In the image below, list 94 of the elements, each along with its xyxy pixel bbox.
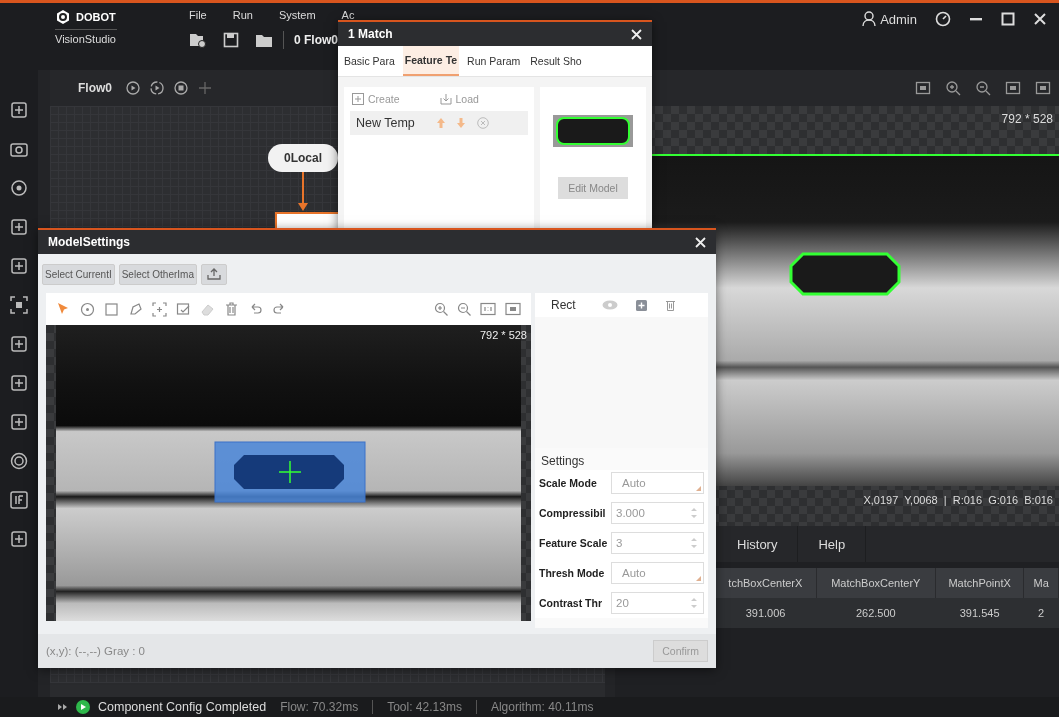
shape-type-label: Rect bbox=[551, 298, 576, 312]
checklist-icon[interactable] bbox=[176, 301, 191, 317]
roi-rectangle[interactable] bbox=[214, 441, 366, 503]
save-icon[interactable] bbox=[223, 32, 239, 48]
setting-label: Compressibil bbox=[539, 507, 607, 519]
zoom-out-icon[interactable] bbox=[975, 80, 991, 96]
tool-icon[interactable] bbox=[9, 373, 29, 393]
menu-item[interactable]: File bbox=[189, 9, 207, 21]
close-icon[interactable] bbox=[1033, 12, 1047, 26]
loop-icon[interactable] bbox=[150, 81, 164, 95]
fullscreen-icon[interactable] bbox=[1035, 80, 1051, 96]
fullscreen-icon[interactable] bbox=[505, 302, 521, 316]
add-icon[interactable] bbox=[635, 299, 647, 311]
column-header: tchBoxCenterX bbox=[715, 568, 817, 598]
menu-item[interactable]: System bbox=[278, 9, 316, 21]
menu-item[interactable]: Ac bbox=[341, 9, 355, 21]
zoom-out-icon[interactable] bbox=[457, 302, 471, 316]
upload-button[interactable] bbox=[200, 264, 227, 285]
cursor-info: (x,y): (--,--) Gray : 0 bbox=[46, 645, 145, 657]
select-image-button[interactable]: Select CurrentI bbox=[42, 264, 115, 285]
setting-label: Scale Mode bbox=[539, 477, 598, 489]
column-header: MatchBoxCenterY bbox=[816, 568, 936, 598]
maximize-icon[interactable] bbox=[1001, 12, 1015, 26]
user-name[interactable]: Admin bbox=[880, 11, 917, 27]
tab[interactable]: Feature Te bbox=[402, 46, 460, 76]
table-cell: 391.006 bbox=[715, 598, 817, 628]
tool-icon[interactable] bbox=[9, 217, 29, 237]
image-size-label: 792 * 528 bbox=[479, 329, 527, 341]
dashboard-icon[interactable] bbox=[935, 11, 951, 27]
timing-text: Algorithm: 40.11ms bbox=[489, 700, 595, 714]
actual-size-icon[interactable] bbox=[1005, 80, 1021, 96]
delete-icon[interactable] bbox=[224, 301, 239, 317]
logo-icon bbox=[55, 9, 71, 25]
circle-icon[interactable] bbox=[80, 301, 95, 317]
tool-icon[interactable] bbox=[9, 256, 29, 276]
tool-icon[interactable] bbox=[9, 529, 29, 549]
result-tab[interactable]: History bbox=[717, 526, 799, 562]
tool-icon[interactable] bbox=[9, 178, 29, 198]
setting-label: Contrast Thr bbox=[539, 597, 603, 609]
zoom-in-icon[interactable] bbox=[945, 80, 961, 96]
fit-icon[interactable] bbox=[915, 80, 931, 96]
close-icon[interactable] bbox=[695, 236, 706, 248]
tab[interactable]: Result Sho bbox=[528, 46, 584, 76]
connector-arrow bbox=[298, 172, 308, 212]
new-file-icon[interactable] bbox=[189, 32, 207, 48]
result-tab[interactable]: Help bbox=[798, 526, 867, 562]
image-size-label: 792 * 528 bbox=[1001, 111, 1054, 128]
tool-icon[interactable] bbox=[9, 412, 29, 432]
status-message: Component Config Completed bbox=[98, 700, 267, 714]
tool-icon[interactable] bbox=[9, 295, 29, 315]
flow-node[interactable]: 0Local bbox=[268, 144, 338, 172]
expand-icon[interactable] bbox=[58, 703, 68, 711]
flow-selector[interactable]: 0 Flow0 bbox=[294, 33, 338, 47]
flow-tab[interactable]: Flow0 bbox=[78, 81, 112, 95]
pixel-info: X,0197 Y,0068 | R:016 G:016 B:016 bbox=[863, 493, 1054, 506]
brand-name: DOBOT bbox=[76, 11, 116, 23]
menu-item[interactable]: Run bbox=[232, 9, 253, 21]
template-name: New Temp bbox=[356, 116, 415, 130]
tab[interactable]: Basic Para bbox=[342, 46, 397, 76]
download-icon bbox=[439, 93, 452, 105]
column-header: MatchPointX bbox=[935, 568, 1024, 598]
table-cell: 2 bbox=[1023, 598, 1059, 628]
crosshair-icon[interactable] bbox=[152, 301, 167, 317]
dialog-title: 1 Match bbox=[348, 27, 393, 41]
user-icon bbox=[862, 11, 877, 27]
setting-label: Thresh Mode bbox=[539, 567, 606, 579]
timing-text: Tool: 42.13ms bbox=[386, 700, 463, 714]
pen-icon[interactable] bbox=[128, 301, 143, 317]
plus-icon bbox=[352, 93, 364, 105]
tool-icon[interactable] bbox=[9, 490, 29, 510]
product-name: VisionStudio bbox=[55, 29, 117, 45]
column-header: Ma bbox=[1023, 568, 1059, 598]
setting-label: Feature Scale bbox=[539, 537, 609, 549]
section-title: Settings bbox=[540, 453, 586, 470]
play-icon[interactable] bbox=[126, 81, 140, 95]
tab[interactable]: Run Param bbox=[465, 46, 523, 76]
tool-icon[interactable] bbox=[9, 451, 29, 471]
table-cell: 262.500 bbox=[816, 598, 936, 628]
dropdown-corner-icon bbox=[696, 486, 701, 491]
table-cell: 391.545 bbox=[935, 598, 1024, 628]
dropdown-corner-icon bbox=[696, 576, 701, 581]
folder-icon[interactable] bbox=[255, 32, 273, 48]
close-icon[interactable] bbox=[631, 28, 642, 40]
delete-icon[interactable] bbox=[664, 299, 676, 311]
tool-icon[interactable] bbox=[9, 334, 29, 354]
select-image-button[interactable]: Select OtherIma bbox=[118, 264, 197, 285]
stop-icon[interactable] bbox=[174, 81, 188, 95]
dialog-title: ModelSettings bbox=[48, 235, 130, 249]
zoom-in-icon[interactable] bbox=[434, 302, 448, 316]
timing-text: Flow: 70.32ms bbox=[279, 700, 360, 714]
upload-icon bbox=[206, 267, 221, 280]
actual-size-icon[interactable] bbox=[480, 302, 496, 316]
tool-icon[interactable] bbox=[9, 100, 29, 120]
success-icon bbox=[76, 700, 90, 714]
